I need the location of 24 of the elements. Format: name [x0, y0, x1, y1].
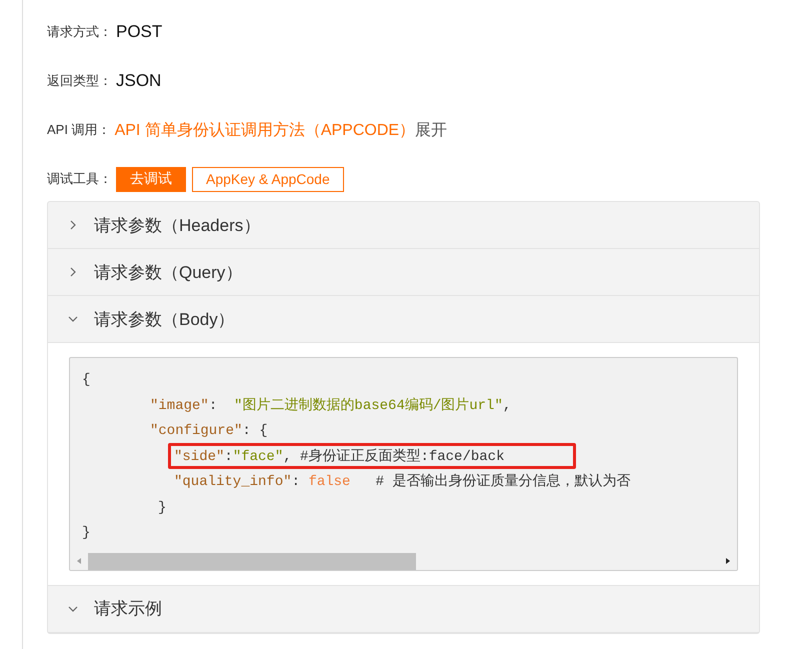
field-label: 调试工具：: [47, 170, 112, 188]
chevron-icon: [68, 267, 78, 277]
chevron-icon: [68, 314, 78, 324]
field-value: JSON: [116, 71, 162, 91]
code-line: }: [158, 500, 166, 516]
scroll-left-icon[interactable]: [75, 557, 83, 565]
field-label: 返回类型：: [47, 72, 112, 90]
field-label: 请求方式：: [47, 23, 112, 41]
chevron-icon: [68, 604, 78, 614]
section-header[interactable]: 请求参数（Headers）: [48, 202, 759, 249]
code-line: "side":"face", #身份证正反面类型:face/back: [174, 448, 504, 464]
horizontal-scrollbar[interactable]: [70, 552, 737, 570]
code-line: }: [82, 525, 90, 541]
code-line: "image": "图片二进制数据的base64编码/图片url",: [150, 398, 512, 414]
field-label: API 调用：: [47, 121, 111, 139]
chevron-icon: [68, 220, 78, 230]
expand-link[interactable]: 展开: [415, 120, 448, 140]
code-line: "configure": {: [150, 423, 268, 439]
code-line: "quality_info": false # 是否输出身份证质量分信息，默认为否: [174, 474, 630, 490]
scroll-right-icon[interactable]: [724, 557, 732, 565]
code-line: {: [82, 372, 90, 388]
section-header[interactable]: 请求参数（Query）: [48, 249, 759, 296]
section-header[interactable]: 请求示例: [48, 586, 759, 632]
field-value: POST: [116, 22, 162, 42]
